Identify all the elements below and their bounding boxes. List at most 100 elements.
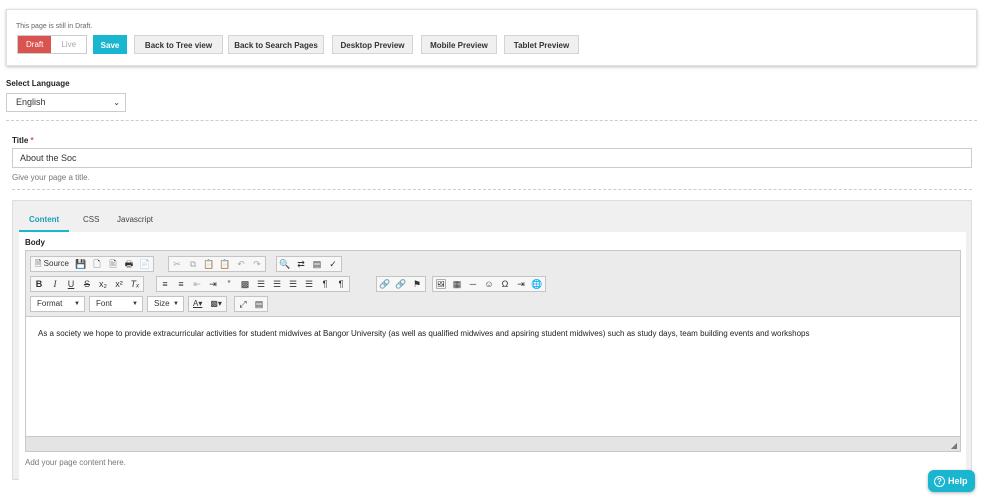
save-icon[interactable]: 💾 [73, 257, 89, 271]
size-dropdown[interactable]: Size ▼ [147, 296, 184, 312]
tab-javascript[interactable]: Javascript [117, 215, 153, 224]
link-tools: 🔗 🔗 ⚑ [376, 276, 426, 292]
color-tools: A▾ ▩▾ [188, 296, 227, 312]
document-tools: 🗎 Source 💾 🗋 🖹 🖶 📄 [30, 256, 155, 272]
find-tools: 🔍 ⇄ ▤ ✓ [276, 256, 342, 272]
tab-content-area: Body 🗎 Source 💾 🗋 🖹 🖶 📄 ✂ ⧉ 📋 📋 ↶ ↷ 🔍 ⇄ … [19, 232, 966, 480]
dropdown-arrow-icon: ▼ [74, 301, 80, 307]
tab-css[interactable]: CSS [83, 215, 99, 224]
maximize-icon[interactable]: ⤢ [235, 297, 251, 311]
question-icon: ? [934, 476, 945, 487]
rtl-icon[interactable]: ¶ [333, 277, 349, 291]
desktop-preview-button[interactable]: Desktop Preview [332, 35, 413, 54]
mobile-preview-button[interactable]: Mobile Preview [421, 35, 497, 54]
language-select[interactable]: English ⌄ [6, 93, 126, 112]
remove-format-icon[interactable]: Tₓ [127, 277, 143, 291]
italic-icon[interactable]: I [47, 277, 63, 291]
iframe-icon[interactable]: 🌐 [529, 277, 545, 291]
numbered-list-icon[interactable]: ≡ [157, 277, 173, 291]
bold-icon[interactable]: B [31, 277, 47, 291]
tab-content[interactable]: Content [29, 215, 59, 224]
paste-icon[interactable]: 📋 [201, 257, 217, 271]
editor-content-area[interactable]: As a society we hope to provide extracur… [26, 317, 960, 436]
unlink-icon[interactable]: 🔗 [393, 277, 409, 291]
indent-icon[interactable]: ⇥ [205, 277, 221, 291]
font-dropdown[interactable]: Font ▼ [89, 296, 143, 312]
divider [6, 120, 977, 121]
source-button[interactable]: 🗎 Source [31, 257, 73, 271]
divider [12, 189, 972, 190]
paragraph-tools: ≡ ≡ ⇤ ⇥ ” ▩ ☰ ☰ ☰ ☰ ¶ ¶ [156, 276, 350, 292]
image-icon[interactable]: 🖼 [433, 277, 449, 291]
back-to-search-button[interactable]: Back to Search Pages [228, 35, 324, 54]
replace-icon[interactable]: ⇄ [293, 257, 309, 271]
anchor-icon[interactable]: ⚑ [409, 277, 425, 291]
templates-icon[interactable]: 📄 [137, 257, 153, 271]
title-input[interactable]: About the Soc [12, 148, 972, 168]
special-char-icon[interactable]: Ω [497, 277, 513, 291]
print-icon[interactable]: 🖶 [121, 257, 137, 271]
title-help-text: Give your page a title. [12, 173, 90, 182]
page-status-bar: This page is still in Draft. Draft Live … [6, 9, 977, 66]
strikethrough-icon[interactable]: S [79, 277, 95, 291]
underline-icon[interactable]: U [63, 277, 79, 291]
save-button[interactable]: Save [93, 35, 127, 54]
show-blocks-icon[interactable]: ▤ [251, 297, 267, 311]
link-icon[interactable]: 🔗 [377, 277, 393, 291]
title-label: Title * [12, 136, 34, 145]
blockquote-icon[interactable]: ” [221, 277, 237, 291]
back-to-tree-button[interactable]: Back to Tree view [134, 35, 223, 54]
chevron-down-icon: ⌄ [113, 98, 120, 107]
content-help-text: Add your page content here. [25, 458, 126, 467]
draft-toggle[interactable]: Draft [18, 36, 52, 53]
text-color-icon[interactable]: A▾ [189, 297, 206, 311]
align-left-icon[interactable]: ☰ [253, 277, 269, 291]
find-icon[interactable]: 🔍 [277, 257, 293, 271]
live-toggle[interactable]: Live [51, 36, 87, 53]
spellcheck-icon[interactable]: ✓ [325, 257, 341, 271]
align-right-icon[interactable]: ☰ [285, 277, 301, 291]
help-button[interactable]: ? Help [928, 470, 975, 492]
dropdown-arrow-icon: ▼ [132, 301, 138, 307]
table-icon[interactable]: ▦ [449, 277, 465, 291]
outdent-icon[interactable]: ⇤ [189, 277, 205, 291]
superscript-icon[interactable]: x² [111, 277, 127, 291]
body-label: Body [25, 238, 45, 247]
copy-icon[interactable]: ⧉ [185, 257, 201, 271]
undo-icon[interactable]: ↶ [233, 257, 249, 271]
bulleted-list-icon[interactable]: ≡ [173, 277, 189, 291]
content-tab-panel: Content CSS Javascript Body 🗎 Source 💾 🗋… [12, 200, 972, 480]
select-all-icon[interactable]: ▤ [309, 257, 325, 271]
align-center-icon[interactable]: ☰ [269, 277, 285, 291]
div-container-icon[interactable]: ▩ [237, 277, 253, 291]
rich-text-editor: 🗎 Source 💾 🗋 🖹 🖶 📄 ✂ ⧉ 📋 📋 ↶ ↷ 🔍 ⇄ ▤ ✓ B… [25, 250, 961, 452]
page-break-icon[interactable]: ⇥ [513, 277, 529, 291]
insert-tools: 🖼 ▦ ─ ☺ Ω ⇥ 🌐 [432, 276, 546, 292]
view-tools: ⤢ ▤ [234, 296, 268, 312]
draft-notice: This page is still in Draft. [16, 23, 93, 30]
title-label-text: Title [12, 136, 29, 145]
format-dropdown[interactable]: Format ▼ [30, 296, 85, 312]
editor-toolbar: 🗎 Source 💾 🗋 🖹 🖶 📄 ✂ ⧉ 📋 📋 ↶ ↷ 🔍 ⇄ ▤ ✓ B… [26, 251, 960, 317]
subscript-icon[interactable]: x₂ [95, 277, 111, 291]
tablet-preview-button[interactable]: Tablet Preview [504, 35, 579, 54]
editor-paragraph: As a society we hope to provide extracur… [38, 329, 810, 338]
editor-status-bar: ◢ [26, 436, 960, 451]
required-mark: * [30, 136, 34, 145]
ltr-icon[interactable]: ¶ [317, 277, 333, 291]
dropdown-arrow-icon: ▼ [173, 301, 179, 307]
text-style-tools: B I U S x₂ x² Tₓ [30, 276, 144, 292]
paste-text-icon[interactable]: 📋 [217, 257, 233, 271]
resize-handle-icon[interactable]: ◢ [951, 441, 957, 450]
horizontal-line-icon[interactable]: ─ [465, 277, 481, 291]
clipboard-tools: ✂ ⧉ 📋 📋 ↶ ↷ [168, 256, 266, 272]
background-color-icon[interactable]: ▩▾ [206, 297, 226, 311]
justify-icon[interactable]: ☰ [301, 277, 317, 291]
redo-icon[interactable]: ↷ [249, 257, 265, 271]
preview-icon[interactable]: 🖹 [105, 257, 121, 271]
status-toggle[interactable]: Draft Live [17, 35, 88, 54]
new-page-icon[interactable]: 🗋 [89, 257, 105, 271]
cut-icon[interactable]: ✂ [169, 257, 185, 271]
language-label: Select Language [6, 79, 70, 88]
smiley-icon[interactable]: ☺ [481, 277, 497, 291]
